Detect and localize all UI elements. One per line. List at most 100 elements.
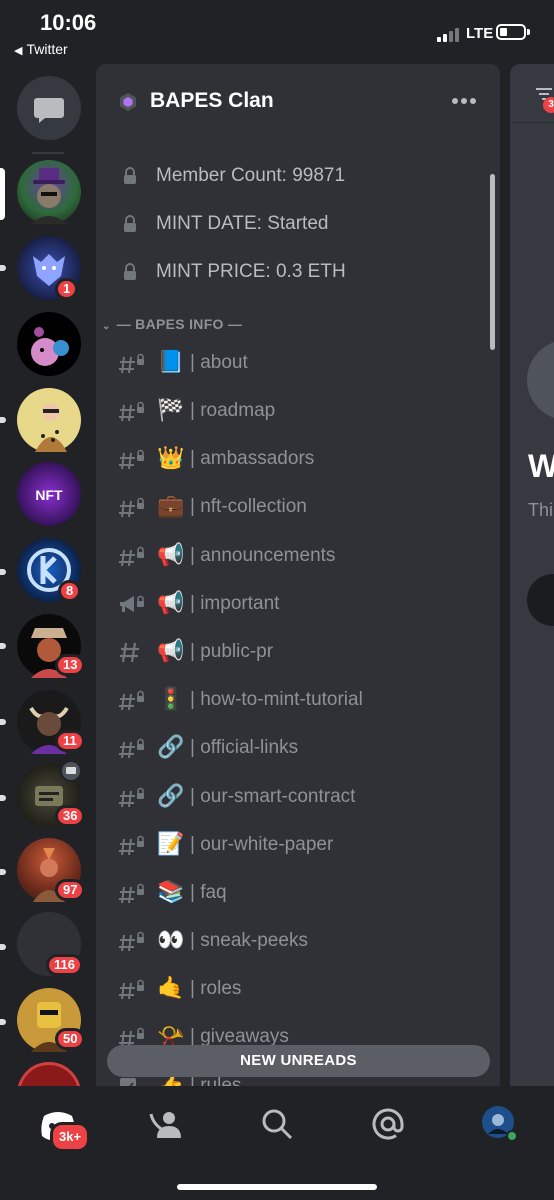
more-options-icon[interactable] (450, 91, 478, 111)
nft-text-logo-icon: NFT (35, 487, 63, 503)
channel-our-white-paper[interactable]: 📝 | our-white-paper (118, 825, 488, 865)
channel-name: | important (190, 593, 280, 614)
channel-important[interactable]: 📢 | important (118, 584, 488, 624)
svg-text:NFT: NFT (35, 487, 63, 503)
lock-icon (124, 167, 136, 184)
channel-sneak-peeks[interactable]: 👀 | sneak-peeks (118, 921, 488, 961)
channel-emoji: 🔗 (157, 734, 185, 759)
unread-indicator (0, 869, 6, 875)
channel-about[interactable]: 📘 | about (118, 343, 488, 383)
boost-gem-icon (120, 93, 136, 111)
channel-name: | public-pr (190, 641, 274, 662)
signal-icon (437, 26, 463, 42)
server-icon-3[interactable] (17, 312, 81, 376)
locked-text-channel-icon (119, 883, 144, 904)
channel-name: | our-white-paper (190, 834, 334, 855)
channel-our-smart-contract[interactable]: 🔗 | our-smart-contract (118, 777, 488, 817)
selected-server-indicator (0, 168, 5, 220)
server-badge: 13 (55, 654, 86, 676)
ape-avatar-icon (31, 168, 67, 224)
guild-header[interactable]: BAPES Clan (96, 64, 500, 140)
announcement-channel-icon (120, 595, 144, 612)
back-to-app-link[interactable]: ◀ Twitter (14, 41, 68, 57)
server-badge: 116 (46, 954, 83, 976)
pink-creature-icon (31, 327, 69, 366)
locked-text-channel-icon (119, 546, 144, 567)
search-icon[interactable] (257, 1104, 297, 1144)
channel-emoji: 🔗 (157, 783, 185, 808)
channel-roadmap[interactable]: 🏁 | roadmap (118, 391, 488, 431)
locked-text-channel-icon (119, 787, 144, 808)
server-icon-bapes-clan[interactable] (17, 160, 81, 224)
profile-avatar-icon[interactable] (480, 1104, 520, 1144)
status-bar: 10:06 ◀ Twitter LTE (0, 0, 554, 64)
channel-public-pr[interactable]: 📢 | public-pr (118, 632, 488, 672)
unread-indicator (0, 643, 6, 649)
woman-avatar-icon (35, 403, 67, 452)
status-time: 10:06 (40, 10, 97, 35)
lock-icon (124, 215, 136, 232)
chat-bubble-icon (34, 98, 64, 123)
welcome-heading: W (528, 448, 554, 484)
friends-icon[interactable] (145, 1104, 185, 1144)
channel-how-to-mint-tutorial[interactable]: 🚦 | how-to-mint-tutorial (118, 680, 488, 720)
info-channel-label: MINT PRICE: 0.3 ETH (156, 261, 346, 282)
network-type: LTE (466, 25, 494, 42)
locked-text-channel-icon (119, 690, 144, 711)
channel-emoji: 🚦 (157, 686, 185, 711)
unread-indicator (0, 265, 6, 271)
channel-emoji: 🏁 (157, 397, 185, 422)
channel-name: | sneak-peeks (190, 930, 308, 951)
chat-header: 3 (510, 64, 554, 123)
channel-list-panel: BAPES Clan Member Count: 99871 MINT DATE… (96, 64, 500, 1086)
channel-name: | about (190, 352, 248, 373)
server-badge: 8 (58, 580, 82, 602)
channel-name: | faq (190, 882, 227, 903)
channel-emoji: 💼 (157, 493, 185, 518)
channel-ambassadors[interactable]: 👑 | ambassadors (118, 439, 488, 479)
server-icon-nft[interactable]: NFT (17, 462, 81, 526)
locked-text-channel-icon (119, 497, 144, 518)
server-icon-4[interactable] (17, 388, 81, 452)
text-channel-icon (120, 642, 139, 663)
channel-emoji: 👀 (157, 927, 185, 952)
server-badge: 11 (55, 730, 85, 752)
channel-name: | how-to-mint-tutorial (190, 689, 363, 710)
direct-messages-button[interactable] (17, 76, 81, 140)
server-badge: 50 (55, 1028, 86, 1050)
locked-text-channel-icon (119, 353, 144, 374)
message-avatar (527, 574, 554, 626)
locked-text-channel-icon (119, 401, 144, 422)
channel-emoji: 📢 (157, 638, 185, 663)
mentions-icon[interactable] (368, 1104, 408, 1144)
category-label: — BAPES INFO — (116, 316, 243, 332)
channel-emoji: 📘 (157, 349, 185, 374)
channel-announcements[interactable]: 📢 | announcements (118, 536, 488, 576)
channel-emoji: 📢 (157, 590, 185, 615)
unread-indicator (0, 944, 6, 950)
chat-header-badge: 3 (543, 97, 554, 113)
channel-faq[interactable]: 📚 | faq (118, 873, 488, 913)
category-bapes-info[interactable]: ⌄ — BAPES INFO — (102, 316, 242, 332)
channel-name: | official-links (190, 737, 299, 758)
home-indicator[interactable] (177, 1184, 377, 1190)
channel-nft-collection[interactable]: 💼 | nft-collection (118, 487, 488, 527)
channel-list-scrollbar[interactable] (490, 174, 495, 350)
channel-name: | nft-collection (190, 496, 307, 517)
channel-emoji: 🤙 (157, 975, 185, 1000)
channel-roles[interactable]: 🤙 | roles (118, 969, 488, 1009)
server-rail: 1 NFT 8 13 11 36 97 116 50 (0, 64, 96, 1086)
home-unread-badge: 3k+ (50, 1122, 91, 1152)
chevron-down-icon: ⌄ (102, 321, 111, 332)
locked-text-channel-icon (119, 979, 144, 1000)
monitor-icon (62, 762, 80, 780)
server-badge: 1 (55, 278, 79, 300)
unread-indicator (0, 417, 6, 423)
channel-official-links[interactable]: 🔗 | official-links (118, 728, 488, 768)
channel-emoji: 📚 (157, 879, 185, 904)
chat-panel-peek[interactable]: 3 W Thi (510, 64, 554, 1086)
unread-indicator (0, 719, 6, 725)
new-unreads-button[interactable]: NEW UNREADS (107, 1045, 490, 1077)
locked-text-channel-icon (119, 738, 144, 759)
server-icon-13[interactable] (17, 1062, 81, 1086)
